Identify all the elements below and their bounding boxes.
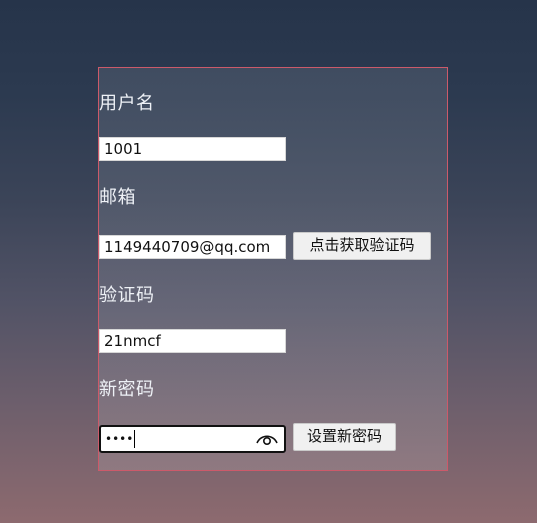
username-field[interactable]: 1001 bbox=[99, 137, 286, 161]
email-label: 邮箱 bbox=[99, 187, 136, 208]
new-password-field[interactable]: •••• bbox=[99, 425, 286, 453]
verification-code-field[interactable]: 21nmcf bbox=[99, 329, 286, 353]
username-value: 1001 bbox=[104, 139, 143, 158]
reset-password-panel: 用户名 1001 邮箱 1149440709@qq.com 点击获取验证码 验证… bbox=[98, 67, 448, 471]
verification-code-value: 21nmcf bbox=[104, 331, 161, 350]
email-field[interactable]: 1149440709@qq.com bbox=[99, 235, 286, 259]
send-code-button[interactable]: 点击获取验证码 bbox=[293, 232, 431, 260]
text-caret bbox=[134, 430, 136, 448]
set-new-password-button[interactable]: 设置新密码 bbox=[293, 423, 396, 451]
email-value: 1149440709@qq.com bbox=[104, 237, 271, 256]
eye-icon[interactable] bbox=[255, 432, 279, 446]
new-password-label: 新密码 bbox=[99, 379, 155, 400]
password-visibility-toggle[interactable] bbox=[250, 427, 284, 451]
verification-code-label: 验证码 bbox=[99, 285, 155, 306]
username-label: 用户名 bbox=[99, 93, 155, 114]
password-mask: •••• bbox=[105, 432, 134, 446]
